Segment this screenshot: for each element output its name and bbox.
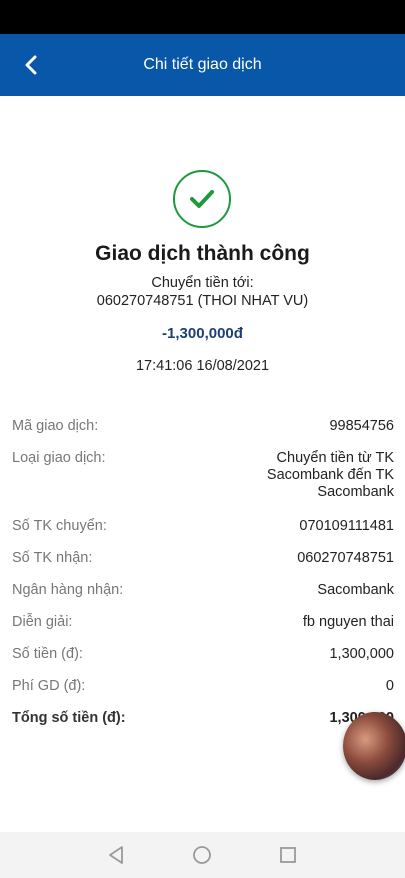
transaction-timestamp: 17:41:06 16/08/2021 [135, 358, 270, 374]
nav-recents-button[interactable] [277, 844, 299, 866]
detail-value-line: Sacombank [317, 484, 394, 500]
transaction-amount: -1,300,000đ [162, 325, 243, 342]
detail-value-line: Sacombank đến TK [266, 467, 394, 483]
status-bar [0, 0, 405, 34]
detail-value: 070109111481 [299, 518, 394, 534]
checkmark-icon [190, 190, 214, 208]
floating-chat-avatar[interactable] [343, 712, 405, 780]
square-recents-icon [280, 847, 296, 863]
detail-label: Tổng số tiền (đ): [12, 710, 126, 726]
nav-back-button[interactable] [105, 844, 127, 866]
detail-label: Phí GD (đ): [12, 678, 86, 694]
detail-value-line: Chuyển tiền từ TK [276, 450, 394, 466]
detail-label: Diễn giải: [12, 614, 73, 630]
circle-home-icon [193, 846, 211, 864]
detail-label: Số TK nhận: [12, 550, 93, 566]
detail-value: Sacombank [317, 582, 394, 598]
triangle-back-icon [109, 846, 123, 864]
detail-value: fb nguyen thai [302, 614, 394, 630]
transfer-to-label: Chuyển tiền tới: [151, 275, 254, 291]
detail-label: Loại giao dịch: [12, 450, 106, 466]
detail-label: Số TK chuyển: [12, 518, 107, 534]
detail-value: 060270748751 [297, 550, 394, 566]
page-title: Chi tiết giao dịch [143, 56, 262, 73]
detail-value: 1,300,000 [329, 646, 394, 662]
detail-label: Số tiền (đ): [12, 646, 83, 662]
detail-value: 99854756 [329, 418, 394, 434]
detail-label: Ngân hàng nhận: [12, 582, 124, 598]
detail-value: 0 [385, 678, 394, 694]
system-nav-bar [0, 832, 405, 878]
detail-value: Chuyển tiền từ TK Sacombank đến TK Sacom… [267, 450, 394, 501]
app-header: Chi tiết giao dịch [0, 34, 405, 96]
nav-home-button[interactable] [191, 844, 213, 866]
checkmark-circle-icon [173, 170, 231, 228]
detail-label: Mã giao dịch: [12, 418, 99, 434]
transfer-to-account: 060270748751 (THOI NHAT VU) [96, 293, 309, 309]
transaction-status: Giao dịch thành công [95, 242, 310, 265]
